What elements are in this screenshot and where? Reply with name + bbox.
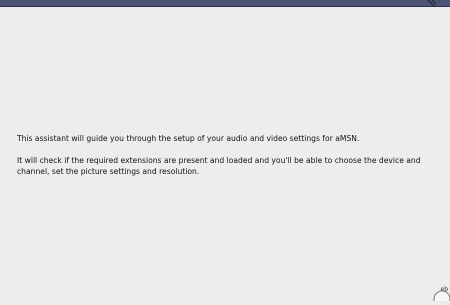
next-button-label: eb <box>440 286 449 293</box>
window-title-bar <box>0 0 450 7</box>
assistant-details-text: It will check if the required extensions… <box>17 156 421 176</box>
next-button[interactable]: eb <box>430 286 450 305</box>
assistant-description: This assistant will guide you through th… <box>17 133 445 177</box>
assistant-intro-text: This assistant will guide you through th… <box>17 134 360 143</box>
